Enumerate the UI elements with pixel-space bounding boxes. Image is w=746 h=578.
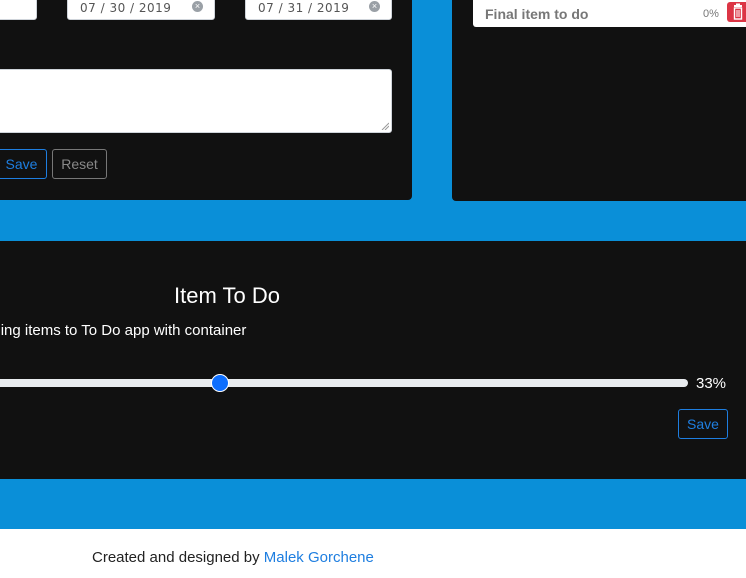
start-date-value: 07 / 30 / 2019	[80, 1, 172, 15]
resize-handle-icon[interactable]	[381, 122, 389, 130]
todo-list-panel	[452, 0, 746, 201]
list-item[interactable]: Final item to do 0%	[473, 0, 746, 27]
form-reset-button[interactable]: Reset	[52, 149, 107, 179]
footer-prefix: Created and designed by	[92, 549, 264, 566]
clear-start-date-icon[interactable]: ×	[192, 1, 203, 12]
form-save-button[interactable]: Save	[0, 149, 47, 179]
item-save-button[interactable]: Save	[678, 409, 728, 439]
author-link[interactable]: Malek Gorchene	[264, 549, 374, 566]
progress-slider-thumb[interactable]	[212, 375, 228, 391]
trash-icon	[733, 3, 743, 20]
item-detail-panel	[0, 241, 746, 479]
end-date-value: 07 / 31 / 2019	[258, 1, 350, 15]
footer-credit: Created and designed by Malek Gorchene	[92, 549, 374, 566]
progress-slider-track[interactable]	[0, 379, 688, 387]
list-item-progress: 0%	[703, 8, 719, 20]
footer: Created and designed by Malek Gorchene	[0, 529, 746, 578]
progress-value: 33%	[696, 375, 727, 392]
item-title: Item To Do	[174, 283, 280, 308]
clear-end-date-icon[interactable]: ×	[369, 1, 380, 12]
delete-item-button[interactable]	[727, 2, 746, 22]
description-textarea[interactable]	[0, 69, 392, 133]
list-item-label: Final item to do	[485, 6, 589, 22]
item-description: Adding items to To Do app with container	[0, 322, 247, 339]
title-input[interactable]	[0, 0, 37, 20]
end-date-input[interactable]: 07 / 31 / 2019 ×	[245, 0, 392, 20]
start-date-input[interactable]: 07 / 30 / 2019 ×	[67, 0, 215, 20]
